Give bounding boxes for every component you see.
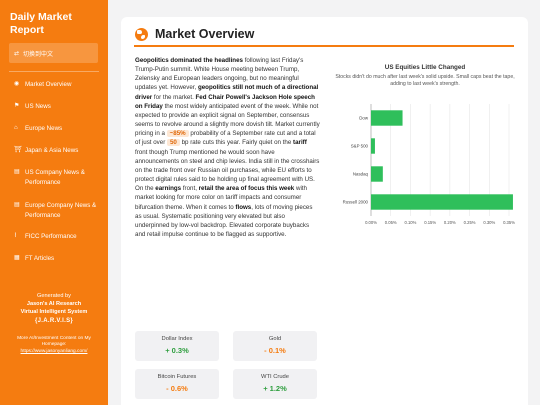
sidebar-item-ficc-performance[interactable]: ⌇ FICC Performance — [14, 232, 106, 242]
sidebar-item-label: Europe Company News & Performance — [25, 202, 97, 219]
highlight-text: earnings — [155, 185, 182, 193]
body-text: for the market. — [152, 93, 196, 101]
x-tick-label: 0.10% — [404, 220, 416, 225]
homepage-link[interactable]: https://www.jasonyanliang.com/ — [6, 349, 102, 355]
x-tick-label: 0.30% — [483, 220, 495, 225]
generated-by-label: Generated by — [37, 293, 71, 299]
bitcoin-futures-tile: Bitcoin Futures - 0.6% — [135, 369, 219, 399]
market-commentary: Geopolitics dominated the headlines foll… — [135, 56, 320, 239]
x-tick-label: 0.20% — [444, 220, 456, 225]
newspaper-icon: ▦ — [14, 255, 20, 261]
tile-label: Dollar Index — [161, 336, 193, 342]
y-tick-label: Russell 2000 — [343, 200, 369, 205]
section-divider — [134, 45, 514, 47]
landmark-icon: ⌂ — [14, 125, 18, 131]
generator-acronym: {J.A.R.V.I.S} — [34, 318, 74, 324]
sidebar-item-europe-company-news[interactable]: ▤ Europe Company News & Performance — [14, 201, 106, 220]
body-text: bp rate cuts this year. Fairly quiet on … — [179, 139, 294, 147]
globe-icon — [135, 27, 148, 41]
x-tick-label: 0.00% — [365, 220, 377, 225]
sidebar-item-us-news[interactable]: ⚑ US News — [14, 102, 106, 112]
sidebar-item-market-overview[interactable]: ◉ Market Overview — [14, 80, 106, 90]
sidebar-item-label: FT Articles — [25, 255, 55, 262]
generator-name: Jason's AI Research — [26, 301, 82, 307]
language-toggle-label: 切换到中文 — [23, 51, 54, 58]
tile-value: - 0.6% — [166, 384, 188, 393]
chart-plot: 0.00% 0.05% 0.10% 0.15% 0.20% 0.25% 0.30% 0.35%… — [343, 104, 515, 225]
highlight-text: retail the area of focus this week — [198, 185, 295, 193]
bar-russell-2000 — [371, 194, 513, 210]
language-toggle-button[interactable]: ⇄ 切换到中文 — [9, 43, 98, 63]
y-tick-label: S&P 500 — [351, 144, 369, 149]
highlight-text: Geopolitics dominated the headlines — [135, 57, 243, 64]
app-title: Daily Market Report — [10, 11, 72, 36]
generator-system: Virtual Intelligent System — [20, 309, 88, 315]
torii-icon: ⛩ — [14, 147, 22, 153]
tile-label: Bitcoin Futures — [157, 374, 197, 380]
sidebar-item-label: US Company News & Performance — [25, 169, 85, 186]
building-icon: ▤ — [14, 169, 20, 175]
sidebar-item-label: Europe News — [25, 125, 63, 132]
tile-value: - 0.1% — [264, 346, 286, 355]
sidebar-item-label: Japan & Asia News — [25, 147, 79, 154]
x-tick-label: 0.25% — [464, 220, 476, 225]
globe-icon: ◉ — [14, 81, 20, 87]
gold-tile: Gold - 0.1% — [233, 331, 317, 361]
highlight-text: tariff — [293, 139, 307, 147]
tile-label: WTI Crude — [260, 374, 290, 380]
market-overview-card: Market Overview Geopolitics dominated th… — [121, 17, 528, 405]
homepage-note: More AI/Investment Content on My Homepag… — [6, 336, 102, 355]
sidebar-item-us-company-news[interactable]: ▤ US Company News & Performance — [14, 168, 106, 187]
sidebar-divider — [9, 71, 99, 72]
dollar-index-tile: Dollar Index + 0.3% — [135, 331, 219, 361]
highlight-text: flows — [235, 203, 252, 211]
sidebar-item-label: US News — [25, 103, 51, 110]
bar-s-p-500 — [371, 138, 375, 154]
sidebar-item-ft-articles[interactable]: ▦ FT Articles — [14, 254, 106, 264]
section-title: Market Overview — [155, 27, 255, 41]
wti-crude-tile: WTI Crude + 1.2% — [233, 369, 317, 399]
building-icon: ▤ — [14, 202, 20, 208]
flag-icon: ⚑ — [14, 103, 20, 109]
translate-icon: ⇄ — [14, 50, 20, 57]
bar-nasdaq — [371, 166, 383, 182]
tile-value: + 1.2% — [263, 384, 287, 393]
sidebar-item-japan-asia-news[interactable]: ⛩ Japan & Asia News — [14, 146, 106, 156]
sidebar-item-europe-news[interactable]: ⌂ Europe News — [14, 124, 106, 134]
y-tick-label: Dow — [359, 116, 369, 121]
tile-label: Gold — [268, 336, 282, 342]
sidebar-item-label: FICC Performance — [25, 233, 77, 240]
rate-cut-bp-badge: 50 — [166, 139, 180, 147]
x-tick-label: 0.35% — [503, 220, 515, 225]
tile-value: + 0.3% — [165, 346, 189, 355]
bar-dow — [371, 110, 403, 126]
body-text: front, — [181, 185, 199, 193]
x-tick-label: 0.05% — [385, 220, 397, 225]
x-tick-label: 0.15% — [424, 220, 436, 225]
sidebar-item-label: Market Overview — [25, 81, 72, 88]
section-header: Market Overview — [135, 27, 254, 41]
chart-line-icon: ⌇ — [14, 233, 17, 239]
y-tick-label: Nasdaq — [353, 172, 369, 177]
sidebar: Daily Market Report ⇄ 切换到中文 ◉ Market Ove… — [0, 0, 108, 405]
rate-cut-probability-badge: ~85% — [166, 130, 189, 138]
us-equities-chart: US Equities Little Changed Stocks didn't… — [335, 64, 515, 229]
